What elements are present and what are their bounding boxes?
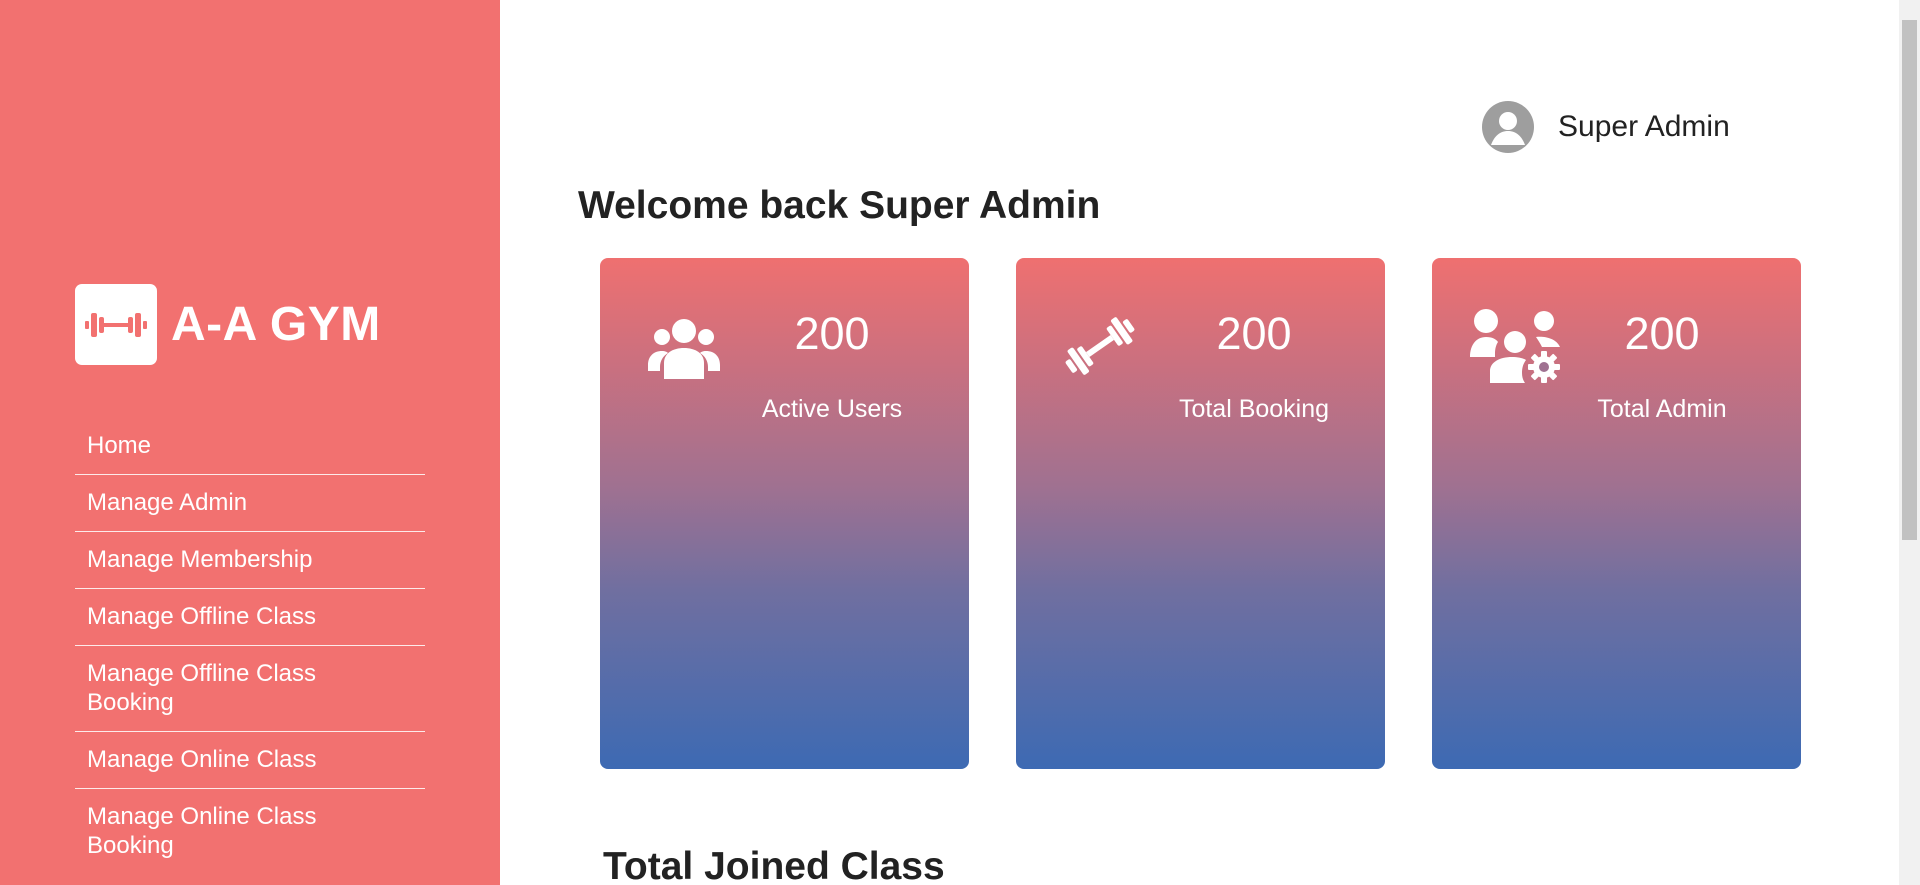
sidebar-item-manage-online-class[interactable]: Manage Online Class [75,732,425,789]
stat-label: Total Admin [1597,395,1727,423]
stat-card-total-booking: 200 Total Booking [1016,258,1385,769]
section-title-joined-class: Total Joined Class [603,845,945,885]
stat-label: Active Users [761,395,903,423]
sidebar-item-manage-admin[interactable]: Manage Admin [75,475,425,532]
scrollbar[interactable] [1899,0,1920,885]
sidebar-item-label: Manage Offline Class [87,603,317,630]
scrollbar-thumb[interactable] [1902,20,1917,540]
user-circle-icon [1482,101,1534,153]
sidebar-item-label: Manage Admin [87,489,248,516]
user-menu[interactable]: Super Admin [1482,101,1730,153]
stat-card-active-users: 200 Active Users [600,258,969,769]
sidebar: A-A GYM Home Manage Admin Manage Members… [0,0,500,885]
sidebar-item-home[interactable]: Home [75,418,425,475]
stat-value: 200 [794,308,870,359]
sidebar-item-label: Manage Online Class Booking [87,803,317,859]
brand-name: A-A GYM [171,298,381,351]
sidebar-item-label: Manage Membership [87,546,313,573]
barbell-icon [1058,313,1142,384]
sidebar-item-manage-offline-class[interactable]: Manage Offline Class [75,589,425,646]
stat-card-total-admin: 200 Total Admin [1432,258,1801,769]
sidebar-item-label: Manage Offline Class Booking [87,660,317,716]
stat-label: Total Booking [1178,395,1330,423]
stat-value: 200 [1624,308,1700,359]
sidebar-item-label: Manage Online Class [87,746,317,773]
sidebar-nav: Home Manage Admin Manage Membership Mana… [75,418,425,874]
sidebar-item-manage-membership[interactable]: Manage Membership [75,532,425,589]
users-group-icon [648,313,720,386]
sidebar-item-label: Home [87,432,152,459]
user-name: Super Admin [1558,110,1730,143]
stat-value: 200 [1216,308,1292,359]
sidebar-item-manage-online-class-booking[interactable]: Manage Online Class Booking [75,789,425,874]
users-gear-icon [1470,307,1564,390]
brand[interactable]: A-A GYM [75,284,381,365]
welcome-heading: Welcome back Super Admin [578,184,1101,227]
sidebar-item-manage-offline-class-booking[interactable]: Manage Offline Class Booking [75,646,425,732]
dumbbell-icon [75,284,157,365]
